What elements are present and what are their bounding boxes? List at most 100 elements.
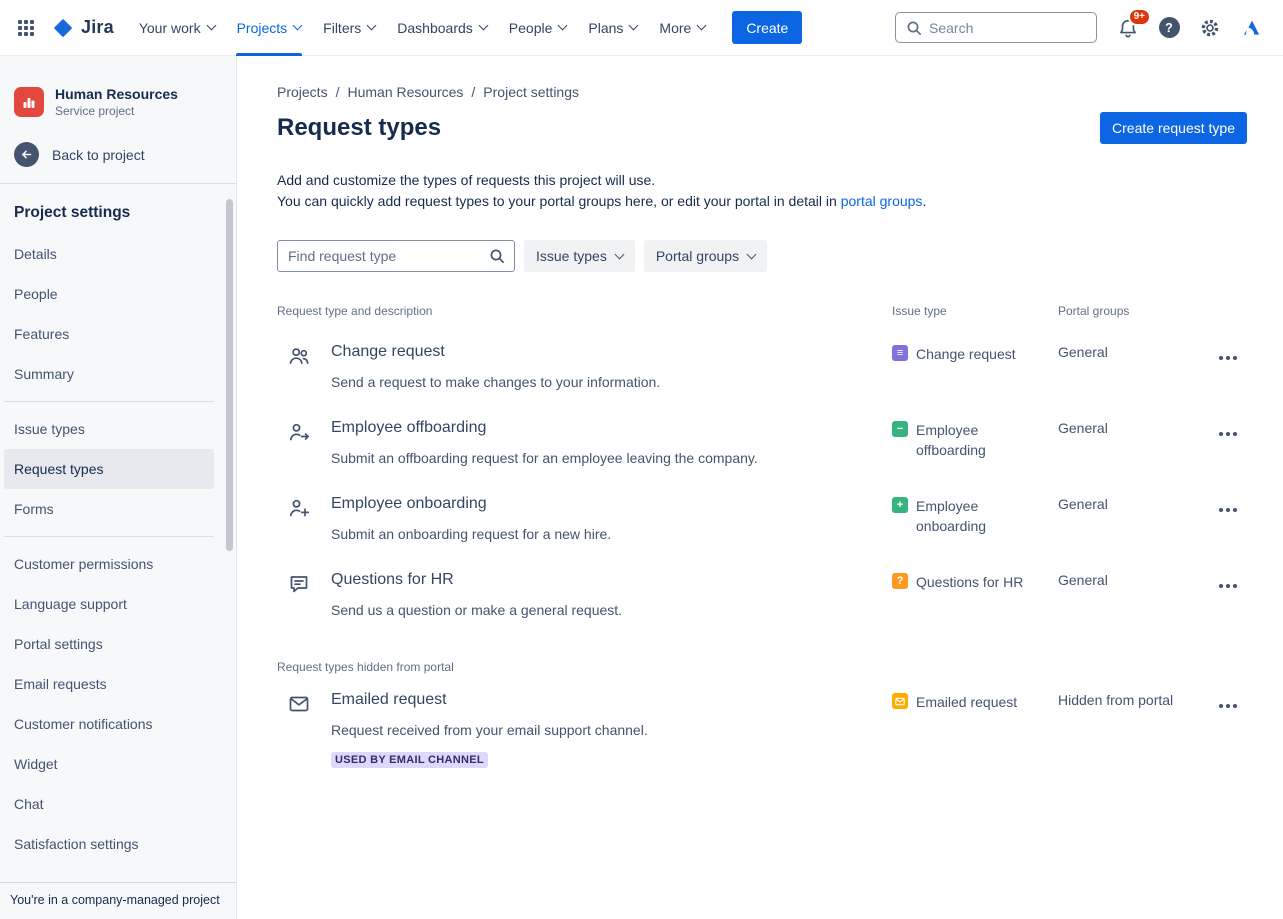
request-type-cell: Questions for HR Send us a question or m…: [277, 570, 892, 620]
global-search-input[interactable]: [929, 20, 1086, 36]
request-type-name-link[interactable]: Change request: [331, 342, 660, 362]
request-type-name-link[interactable]: Questions for HR: [331, 570, 622, 590]
nav-dashboards[interactable]: Dashboards: [386, 0, 498, 56]
nav-projects[interactable]: Projects: [226, 0, 313, 56]
find-request-type-search: [277, 240, 515, 272]
table-row: Change request Send a request to make ch…: [277, 330, 1247, 406]
issue-type-label: Emailed request: [916, 692, 1017, 712]
notification-badge: 9+: [1128, 8, 1151, 26]
project-type: Service project: [55, 104, 178, 118]
request-type-description: Submit an onboarding request for a new h…: [331, 524, 611, 544]
request-type-cell: Emailed request Request received from yo…: [277, 690, 892, 768]
sidebar-item-forms[interactable]: Forms: [4, 489, 214, 529]
find-request-type-input[interactable]: [288, 248, 489, 264]
project-name: Human Resources: [55, 86, 178, 102]
notifications-button[interactable]: 9+: [1112, 12, 1144, 44]
sidebar-item-customer-permissions[interactable]: Customer permissions: [4, 544, 214, 584]
person-offboard-icon: [287, 420, 311, 444]
sidebar-item-features[interactable]: Features: [4, 314, 214, 354]
ellipsis-icon: [1219, 584, 1237, 588]
sidebar-scrollbar[interactable]: [226, 199, 233, 551]
hidden-section-label: Request types hidden from portal: [277, 660, 1247, 674]
more-actions-button[interactable]: [1213, 346, 1243, 370]
global-search: [895, 12, 1097, 43]
primary-nav: Your work Projects Filters Dashboards Pe…: [128, 0, 716, 56]
jira-logo[interactable]: Jira: [52, 17, 114, 39]
breadcrumb-project-settings[interactable]: Project settings: [483, 84, 579, 100]
sidebar-item-language-support[interactable]: Language support: [4, 584, 214, 624]
divider: [4, 401, 214, 402]
breadcrumb-human-resources[interactable]: Human Resources: [347, 84, 463, 100]
search-icon: [906, 20, 922, 36]
create-button[interactable]: Create: [732, 11, 802, 44]
portal-group-cell: General: [1058, 342, 1197, 392]
request-type-description: Request received from your email support…: [331, 720, 648, 740]
issue-type-label: Change request: [916, 344, 1016, 364]
table-row: Employee onboarding Submit an onboarding…: [277, 482, 1247, 558]
chevron-down-icon: [747, 249, 757, 259]
gear-icon: [1199, 17, 1221, 39]
back-to-project-button[interactable]: Back to project: [0, 142, 236, 167]
question-issue-icon: ?: [892, 573, 908, 589]
nav-more[interactable]: More: [648, 0, 716, 56]
sidebar-item-request-types[interactable]: Request types: [4, 449, 214, 489]
request-type-name-link[interactable]: Emailed request: [331, 690, 648, 710]
issue-type-cell: − Employee offboarding: [892, 418, 1058, 468]
app-switcher-button[interactable]: [10, 12, 42, 44]
sidebar-item-chat[interactable]: Chat: [4, 784, 214, 824]
issue-type-cell: + Employee onboarding: [892, 494, 1058, 544]
more-actions-button[interactable]: [1213, 422, 1243, 446]
request-type-cell: Employee onboarding Submit an onboarding…: [277, 494, 892, 544]
request-types-table: Request type and description Issue type …: [277, 304, 1247, 782]
sidebar-item-portal-settings[interactable]: Portal settings: [4, 624, 214, 664]
nav-filters[interactable]: Filters: [312, 0, 386, 56]
navbar-right-cluster: 9+ ?: [895, 12, 1267, 44]
chevron-down-icon: [293, 21, 303, 31]
more-actions-button[interactable]: [1213, 498, 1243, 522]
question-bubble-icon: [287, 572, 311, 596]
chevron-down-icon: [478, 21, 488, 31]
create-request-type-button[interactable]: Create request type: [1100, 112, 1247, 144]
request-type-description: Send a request to make changes to your i…: [331, 372, 660, 392]
request-type-name-link[interactable]: Employee onboarding: [331, 494, 611, 514]
more-actions-button[interactable]: [1213, 694, 1243, 718]
top-navbar: Jira Your work Projects Filters Dashboar…: [0, 0, 1283, 56]
project-type-footer-note: You're in a company-managed project: [0, 882, 236, 919]
request-type-name-link[interactable]: Employee offboarding: [331, 418, 758, 438]
sidebar-item-widget[interactable]: Widget: [4, 744, 214, 784]
request-type-description: Send us a question or make a general req…: [331, 600, 622, 620]
issue-types-filter-dropdown[interactable]: Issue types: [524, 240, 635, 272]
chevron-down-icon: [558, 21, 568, 31]
settings-button[interactable]: [1194, 12, 1226, 44]
page-title: Request types: [277, 114, 441, 142]
table-row: Employee offboarding Submit an offboardi…: [277, 406, 1247, 482]
help-button[interactable]: ?: [1153, 12, 1185, 44]
request-types-page: Projects / Human Resources / Project set…: [237, 56, 1283, 919]
sidebar-item-satisfaction-settings[interactable]: Satisfaction settings: [4, 824, 214, 864]
sidebar-item-issue-types[interactable]: Issue types: [4, 409, 214, 449]
sidebar-group-general: Details People Features Summary: [0, 234, 236, 394]
nav-your-work[interactable]: Your work: [128, 0, 226, 56]
more-actions-button[interactable]: [1213, 574, 1243, 598]
atlassian-button[interactable]: [1235, 12, 1267, 44]
table-header: Request type and description Issue type …: [277, 304, 1247, 330]
breadcrumb-separator: /: [336, 84, 340, 100]
change-request-issue-icon: ≡: [892, 345, 908, 361]
nav-people[interactable]: People: [498, 0, 578, 56]
description-line-2: You can quickly add request types to you…: [277, 191, 1247, 212]
nav-label: Your work: [139, 20, 201, 36]
filter-bar: Issue types Portal groups: [277, 240, 1247, 272]
offboarding-issue-icon: −: [892, 421, 908, 437]
portal-groups-link[interactable]: portal groups: [841, 193, 923, 209]
nav-plans[interactable]: Plans: [577, 0, 648, 56]
breadcrumb-projects[interactable]: Projects: [277, 84, 328, 100]
table-row: Questions for HR Send us a question or m…: [277, 558, 1247, 634]
column-header-portal-groups: Portal groups: [1058, 304, 1197, 318]
portal-groups-filter-dropdown[interactable]: Portal groups: [644, 240, 767, 272]
sidebar-item-summary[interactable]: Summary: [4, 354, 214, 394]
sidebar-item-customer-notifications[interactable]: Customer notifications: [4, 704, 214, 744]
request-type-cell: Change request Send a request to make ch…: [277, 342, 892, 392]
sidebar-item-details[interactable]: Details: [4, 234, 214, 274]
sidebar-item-email-requests[interactable]: Email requests: [4, 664, 214, 704]
sidebar-item-people[interactable]: People: [4, 274, 214, 314]
